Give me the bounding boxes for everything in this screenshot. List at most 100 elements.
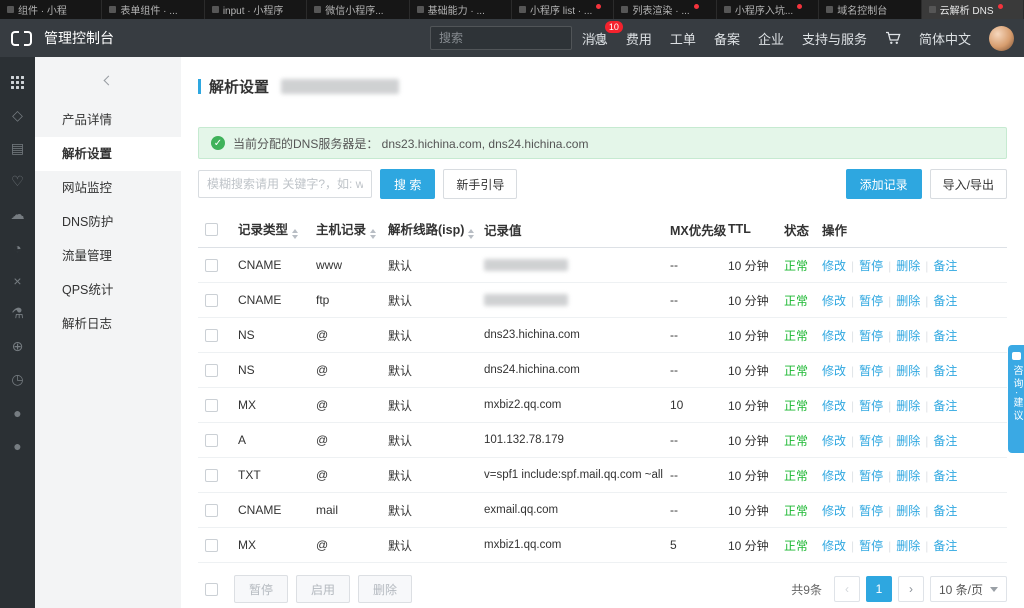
sort-arrows-icon[interactable] bbox=[292, 229, 299, 239]
action-pause-link[interactable]: 暂停 bbox=[859, 294, 883, 308]
action-remark-link[interactable]: 备注 bbox=[933, 539, 957, 553]
action-pause-link[interactable]: 暂停 bbox=[859, 539, 883, 553]
action-pause-link[interactable]: 暂停 bbox=[859, 259, 883, 273]
select-all-checkbox[interactable] bbox=[205, 582, 218, 596]
action-modify-link[interactable]: 修改 bbox=[822, 504, 846, 518]
action-modify-link[interactable]: 修改 bbox=[822, 364, 846, 378]
row-checkbox[interactable] bbox=[205, 399, 218, 413]
row-checkbox[interactable] bbox=[205, 294, 218, 308]
list-icon[interactable]: ▤ bbox=[0, 132, 35, 165]
action-delete-link[interactable]: 删除 bbox=[896, 539, 920, 553]
gauge-icon[interactable]: ◔ bbox=[0, 231, 35, 264]
flask-icon[interactable]: ⚗ bbox=[0, 297, 35, 330]
browser-tab[interactable]: 云解析 DNS bbox=[921, 0, 1024, 19]
browser-tab[interactable]: 基础能力 · ... bbox=[410, 0, 513, 19]
action-delete-link[interactable]: 删除 bbox=[896, 294, 920, 308]
product-a-icon[interactable]: ● bbox=[0, 396, 35, 429]
batch-enable-button[interactable]: 启用 bbox=[296, 575, 351, 603]
action-remark-link[interactable]: 备注 bbox=[933, 329, 957, 343]
row-checkbox[interactable] bbox=[205, 434, 218, 448]
row-checkbox[interactable] bbox=[205, 329, 218, 343]
header-menu-support[interactable]: 支持与服务 bbox=[802, 29, 867, 48]
cloud-icon[interactable]: ☁ bbox=[0, 198, 35, 231]
browser-tab[interactable]: 表单组件 · ... bbox=[102, 0, 205, 19]
select-all-checkbox[interactable] bbox=[205, 223, 218, 237]
sidebar-item-qps[interactable]: QPS统计 bbox=[35, 273, 181, 307]
action-modify-link[interactable]: 修改 bbox=[822, 469, 846, 483]
user-avatar[interactable] bbox=[989, 25, 1014, 51]
header-menu-tickets[interactable]: 工单 bbox=[670, 29, 696, 48]
batch-pause-button[interactable]: 暂停 bbox=[234, 575, 289, 603]
header-menu-enterprise[interactable]: 企业 bbox=[758, 29, 784, 48]
row-checkbox[interactable] bbox=[205, 539, 218, 553]
next-page-button[interactable]: › bbox=[897, 576, 924, 602]
sidebar-item-dns-protect[interactable]: DNS防护 bbox=[35, 205, 181, 239]
sidebar-item-traffic[interactable]: 流量管理 bbox=[35, 239, 181, 273]
action-delete-link[interactable]: 删除 bbox=[896, 364, 920, 378]
clock-icon[interactable]: ◷ bbox=[0, 363, 35, 396]
batch-delete-button[interactable]: 删除 bbox=[358, 575, 413, 603]
apps-grid-icon[interactable] bbox=[0, 66, 35, 99]
row-checkbox[interactable] bbox=[205, 259, 218, 273]
action-delete-link[interactable]: 删除 bbox=[896, 259, 920, 273]
row-checkbox[interactable] bbox=[205, 504, 218, 518]
action-remark-link[interactable]: 备注 bbox=[933, 469, 957, 483]
console-title[interactable]: 管理控制台 bbox=[44, 28, 114, 48]
action-pause-link[interactable]: 暂停 bbox=[859, 329, 883, 343]
current-page-button[interactable]: 1 bbox=[865, 576, 892, 602]
browser-tab[interactable]: 组件 · 小程 bbox=[0, 0, 103, 19]
add-record-button[interactable]: 添加记录 bbox=[845, 169, 922, 199]
row-checkbox[interactable] bbox=[205, 469, 218, 483]
browser-tab[interactable]: 微信小程序... bbox=[307, 0, 410, 19]
action-delete-link[interactable]: 删除 bbox=[896, 399, 920, 413]
header-search[interactable] bbox=[430, 26, 603, 50]
page-size-select[interactable]: 10 条/页 bbox=[929, 576, 1007, 602]
action-pause-link[interactable]: 暂停 bbox=[859, 469, 883, 483]
action-modify-link[interactable]: 修改 bbox=[822, 399, 846, 413]
action-remark-link[interactable]: 备注 bbox=[933, 504, 957, 518]
nav-collapse-button[interactable] bbox=[35, 57, 181, 103]
globe-icon[interactable]: ⊕ bbox=[0, 330, 35, 363]
sidebar-item-site-monitor[interactable]: 网站监控 bbox=[35, 171, 181, 205]
action-modify-link[interactable]: 修改 bbox=[822, 259, 846, 273]
browser-tab[interactable]: 列表渲染 · ... bbox=[614, 0, 717, 19]
browser-tab[interactable]: input · 小程序 bbox=[205, 0, 308, 19]
action-delete-link[interactable]: 删除 bbox=[896, 434, 920, 448]
search-button[interactable]: 搜 索 bbox=[380, 169, 436, 199]
sidebar-item-dns-settings[interactable]: 解析设置 bbox=[35, 137, 181, 171]
action-delete-link[interactable]: 删除 bbox=[896, 329, 920, 343]
close-icon[interactable]: × bbox=[0, 264, 35, 297]
action-pause-link[interactable]: 暂停 bbox=[859, 399, 883, 413]
language-selector[interactable]: 简体中文 bbox=[919, 29, 971, 48]
action-pause-link[interactable]: 暂停 bbox=[859, 434, 883, 448]
action-remark-link[interactable]: 备注 bbox=[933, 434, 957, 448]
browser-tab[interactable]: 小程序 list · ... bbox=[512, 0, 615, 19]
prev-page-button[interactable]: ‹ bbox=[833, 576, 860, 602]
action-modify-link[interactable]: 修改 bbox=[822, 329, 846, 343]
aliyun-logo[interactable] bbox=[11, 30, 32, 46]
feedback-float-tab[interactable]: 咨询·建议 bbox=[1008, 345, 1024, 453]
browser-tab[interactable]: 小程序入坑... bbox=[717, 0, 820, 19]
browser-tab[interactable]: 域名控制台 bbox=[819, 0, 922, 19]
heart-icon[interactable]: ♡ bbox=[0, 165, 35, 198]
cart-icon[interactable] bbox=[885, 31, 901, 45]
sort-arrows-icon[interactable] bbox=[468, 229, 475, 239]
header-menu-billing[interactable]: 费用 bbox=[626, 29, 652, 48]
action-pause-link[interactable]: 暂停 bbox=[859, 364, 883, 378]
sidebar-item-logs[interactable]: 解析日志 bbox=[35, 307, 181, 341]
action-remark-link[interactable]: 备注 bbox=[933, 399, 957, 413]
action-modify-link[interactable]: 修改 bbox=[822, 539, 846, 553]
action-remark-link[interactable]: 备注 bbox=[933, 294, 957, 308]
product-b-icon[interactable]: ● bbox=[0, 429, 35, 462]
import-export-button[interactable]: 导入/导出 bbox=[929, 169, 1007, 199]
sidebar-item-product-detail[interactable]: 产品详情 bbox=[35, 103, 181, 137]
header-menu-messages[interactable]: 消息 10 bbox=[582, 20, 623, 48]
header-search-input[interactable] bbox=[439, 31, 594, 45]
diamond-icon[interactable]: ◇ bbox=[0, 99, 35, 132]
header-menu-icp[interactable]: 备案 bbox=[714, 29, 740, 48]
action-delete-link[interactable]: 删除 bbox=[896, 504, 920, 518]
sort-arrows-icon[interactable] bbox=[370, 229, 377, 239]
guide-button[interactable]: 新手引导 bbox=[443, 169, 518, 199]
row-checkbox[interactable] bbox=[205, 364, 218, 378]
action-modify-link[interactable]: 修改 bbox=[822, 294, 846, 308]
